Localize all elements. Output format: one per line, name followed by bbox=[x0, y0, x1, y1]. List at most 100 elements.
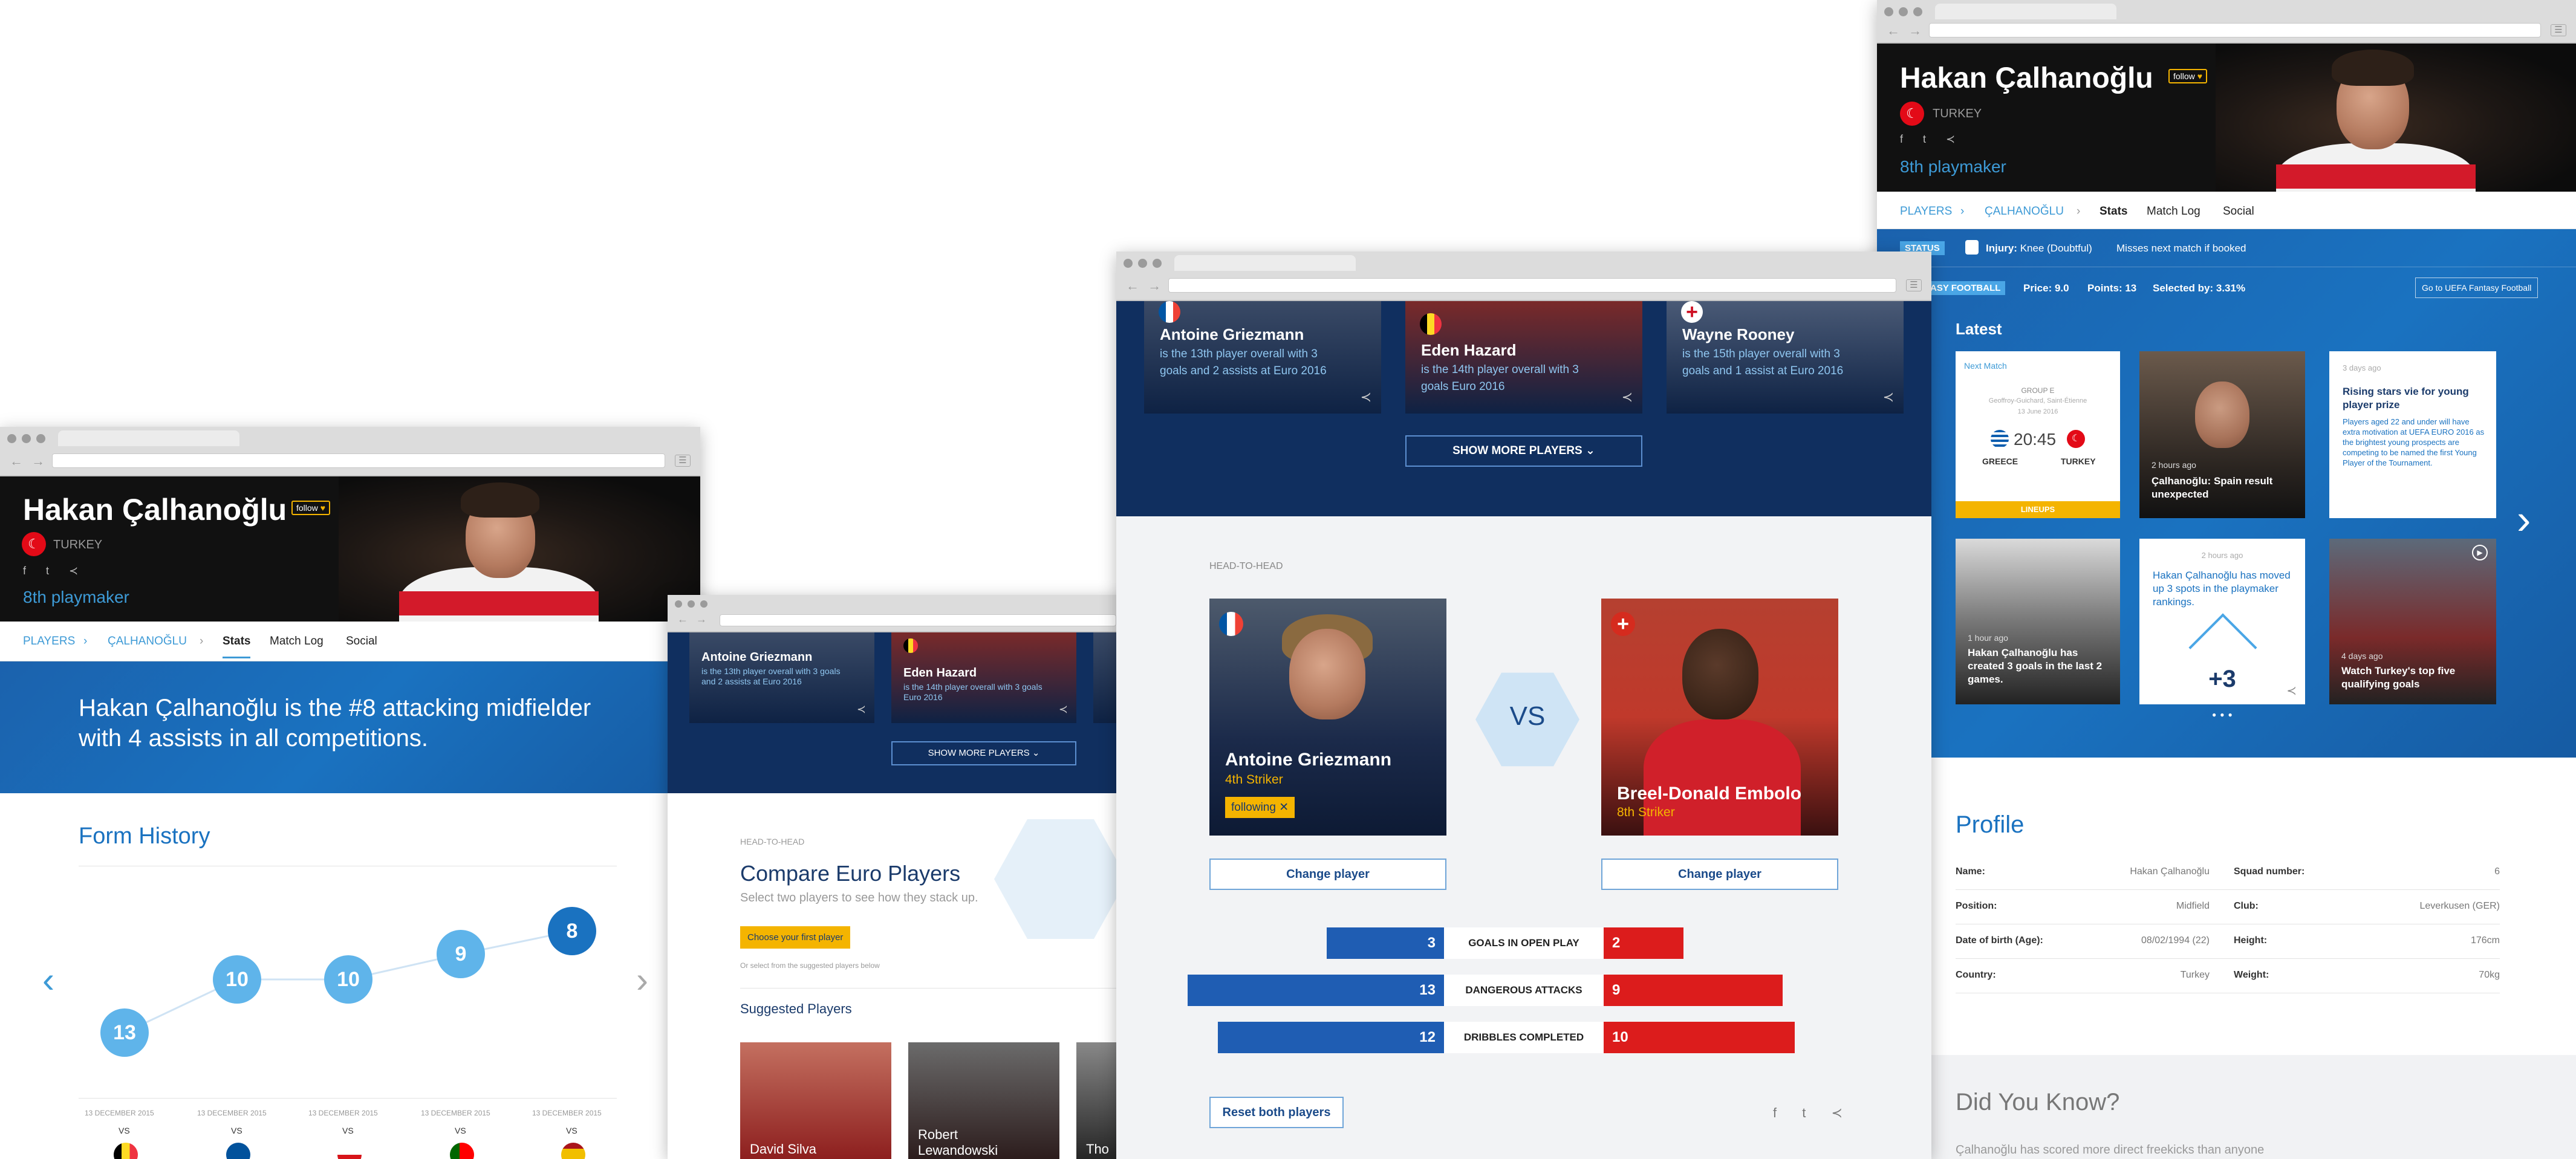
nav-arrows-icon[interactable]: ← → bbox=[677, 613, 709, 626]
player-card-desc: is the 13th player overall with 3 goals … bbox=[701, 666, 841, 686]
next-arrow-icon[interactable]: › bbox=[636, 959, 648, 1001]
sub-navigation: PLAYERS › ÇALHANOĞLU › Stats Match Log S… bbox=[1877, 192, 2576, 229]
form-value[interactable]: 10 bbox=[324, 955, 372, 1004]
news-time: 1 hour ago bbox=[1968, 633, 2008, 643]
england-flag-icon: + bbox=[1681, 301, 1703, 323]
tab-social[interactable]: Social bbox=[2223, 205, 2254, 218]
change-player-one-button[interactable]: Change player bbox=[1209, 859, 1446, 890]
profile-row: Date of birth (Age): 08/02/1994 (22) Hei… bbox=[1956, 924, 2500, 959]
news-time: 4 days ago bbox=[2341, 651, 2383, 661]
profile-row: Country: Turkey Weight: 70kg bbox=[1956, 959, 2500, 993]
player-two-photo[interactable]: + Breel-Donald Embolo 8th Striker bbox=[1601, 599, 1838, 836]
vs-label: VS bbox=[566, 1126, 577, 1135]
player-card-name: Wayne Rooney bbox=[1682, 325, 1795, 343]
player-rank: 8th playmaker bbox=[1900, 157, 2006, 176]
news-card[interactable]: 2 hours ago Hakan Çalhanoğlu has moved u… bbox=[2139, 539, 2305, 704]
share-icon[interactable]: ≺ bbox=[1883, 389, 1894, 405]
news-card[interactable]: 1 hour ago Hakan Çalhanoğlu has created … bbox=[1956, 539, 2120, 704]
form-value[interactable]: 8 bbox=[548, 907, 596, 955]
change-player-two-button[interactable]: Change player bbox=[1601, 859, 1838, 890]
player-card-desc: is the 14th player overall with 3 goals … bbox=[1421, 363, 1579, 393]
browser-tab[interactable] bbox=[1174, 255, 1356, 271]
nav-arrows-icon[interactable]: ← → bbox=[1887, 23, 1924, 39]
stat-left-bar: 13 bbox=[1188, 975, 1444, 1006]
form-value[interactable]: 9 bbox=[437, 930, 485, 978]
tab-match-log[interactable]: Match Log bbox=[2147, 205, 2200, 218]
url-bar[interactable] bbox=[1168, 278, 1896, 293]
player-two-name: Breel-Donald Embolo bbox=[1617, 784, 1802, 804]
suggested-player-name: David Silva bbox=[750, 1141, 817, 1157]
share-icon[interactable]: ≺ bbox=[1361, 389, 1371, 405]
breadcrumb-players[interactable]: PLAYERS bbox=[1900, 205, 1952, 218]
stat-right-bar: 10 bbox=[1604, 1022, 1795, 1053]
menu-icon[interactable]: ☰ bbox=[2551, 24, 2566, 36]
choose-player-button[interactable]: Choose your first player bbox=[740, 926, 851, 949]
suggested-player-card[interactable]: David Silva bbox=[740, 1042, 891, 1159]
decorative-hexagon bbox=[994, 819, 1127, 939]
reset-players-button[interactable]: Reset both players bbox=[1209, 1097, 1344, 1128]
window-controls[interactable] bbox=[1124, 259, 1167, 271]
player-hero: Hakan Çalhanoğlu follow ♥ ☾ TURKEY f t ≺… bbox=[1877, 44, 2576, 192]
dyk-title: Did You Know? bbox=[1956, 1089, 2120, 1115]
suggested-player-card[interactable]: Robert Lewandowski bbox=[908, 1042, 1059, 1159]
social-icons[interactable]: f t ≺ bbox=[1900, 133, 1963, 146]
next-match-card[interactable]: Next Match GROUP E Geoffroy-Guichard, Sa… bbox=[1956, 351, 2120, 518]
browser-tab[interactable] bbox=[1935, 4, 2116, 19]
belgium-flag-icon bbox=[1420, 313, 1442, 335]
news-time: 2 hours ago bbox=[2152, 460, 2196, 470]
player-card[interactable]: + Wayne Rooney is the 15th player overal… bbox=[1667, 301, 1904, 414]
social-share-icons[interactable]: f t ≺ bbox=[1773, 1105, 1853, 1121]
stat-label: GOALS IN OPEN PLAY bbox=[1444, 927, 1604, 959]
player-card[interactable]: Eden Hazard is the 14th player overall w… bbox=[1405, 301, 1642, 414]
news-card[interactable]: ▶ 4 days ago Watch Turkey's top five qua… bbox=[2329, 539, 2496, 704]
venue-label: Geoffroy-Guichard, Saint-Étienne bbox=[1988, 397, 2087, 404]
share-icon[interactable]: ≺ bbox=[857, 703, 866, 716]
top-players-band: Antoine Griezmann is the 13th player ove… bbox=[668, 632, 1151, 793]
lineups-button[interactable]: LINEUPS bbox=[1956, 501, 2120, 518]
window-controls[interactable] bbox=[675, 600, 713, 611]
breadcrumb-player[interactable]: ÇALHANOĞLU bbox=[1985, 205, 2064, 218]
next-arrow-icon[interactable]: › bbox=[2517, 495, 2531, 544]
france-flag-icon bbox=[1219, 612, 1243, 636]
player-card[interactable]: Eden Hazard is the 14th player overall w… bbox=[891, 632, 1076, 723]
player-card-name: Eden Hazard bbox=[903, 666, 977, 680]
top-players-band: Antoine Griezmann is the 13th player ove… bbox=[1116, 301, 1931, 516]
play-icon[interactable]: ▶ bbox=[2472, 545, 2488, 560]
group-label: GROUP E bbox=[2021, 386, 2055, 395]
player-card-name: Antoine Griezmann bbox=[1160, 325, 1304, 343]
show-more-button[interactable]: SHOW MORE PLAYERS ⌄ bbox=[1405, 435, 1642, 467]
home-team: GREECE bbox=[1982, 456, 2018, 466]
player-card[interactable]: Antoine Griezmann is the 13th player ove… bbox=[689, 632, 874, 723]
news-card[interactable]: 2 hours ago Çalhanoğlu: Spain result une… bbox=[2139, 351, 2305, 518]
player-one-photo[interactable]: Antoine Griezmann 4th Striker following … bbox=[1209, 599, 1446, 836]
profile-row: Position: Midfield Club: Leverkusen (GER… bbox=[1956, 890, 2500, 924]
injury-note: Misses next match if booked bbox=[2116, 242, 2246, 254]
browser-window-compare: ← → Antoine Griezmann is the 13th player… bbox=[668, 595, 1151, 1159]
form-value[interactable]: 10 bbox=[213, 955, 261, 1004]
fantasy-button[interactable]: Go to UEFA Fantasy Football bbox=[2415, 278, 2539, 298]
following-badge[interactable]: following ✕ bbox=[1225, 797, 1295, 818]
url-bar[interactable] bbox=[720, 614, 1116, 626]
share-icon[interactable]: ≺ bbox=[1059, 703, 1068, 716]
match-date: 13 DECEMBER 2015 bbox=[85, 1109, 154, 1117]
window-controls[interactable] bbox=[1884, 7, 1928, 19]
player-card[interactable]: Antoine Griezmann is the 13th player ove… bbox=[1144, 301, 1381, 414]
follow-button[interactable]: follow ♥ bbox=[2168, 69, 2207, 83]
player-card-desc: is the 13th player overall with 3 goals … bbox=[1160, 348, 1327, 377]
player-country: TURKEY bbox=[1933, 107, 1982, 120]
prev-arrow-icon[interactable]: ‹ bbox=[42, 959, 54, 1001]
show-more-button[interactable]: SHOW MORE PLAYERS ⌄ bbox=[891, 741, 1076, 765]
news-card[interactable]: 3 days ago Rising stars vie for young pl… bbox=[2329, 351, 2496, 518]
menu-icon[interactable]: ☰ bbox=[1906, 279, 1922, 291]
carousel-dots[interactable]: ●●● bbox=[2212, 710, 2236, 719]
compare-subtitle: Select two players to see how they stack… bbox=[740, 891, 978, 904]
next-match-label: Next Match bbox=[1964, 361, 2007, 371]
h2h-section: HEAD-TO-HEAD Antoine Griezmann 4th Strik… bbox=[1116, 516, 1931, 1159]
away-team: TURKEY bbox=[2061, 456, 2096, 466]
share-icon[interactable]: ≺ bbox=[2286, 683, 2297, 698]
form-value[interactable]: 13 bbox=[100, 1008, 149, 1057]
url-bar[interactable] bbox=[1929, 23, 2541, 37]
nav-arrows-icon[interactable]: ← → bbox=[1126, 278, 1163, 294]
share-icon[interactable]: ≺ bbox=[1622, 389, 1633, 405]
tab-stats[interactable]: Stats bbox=[2100, 205, 2127, 218]
